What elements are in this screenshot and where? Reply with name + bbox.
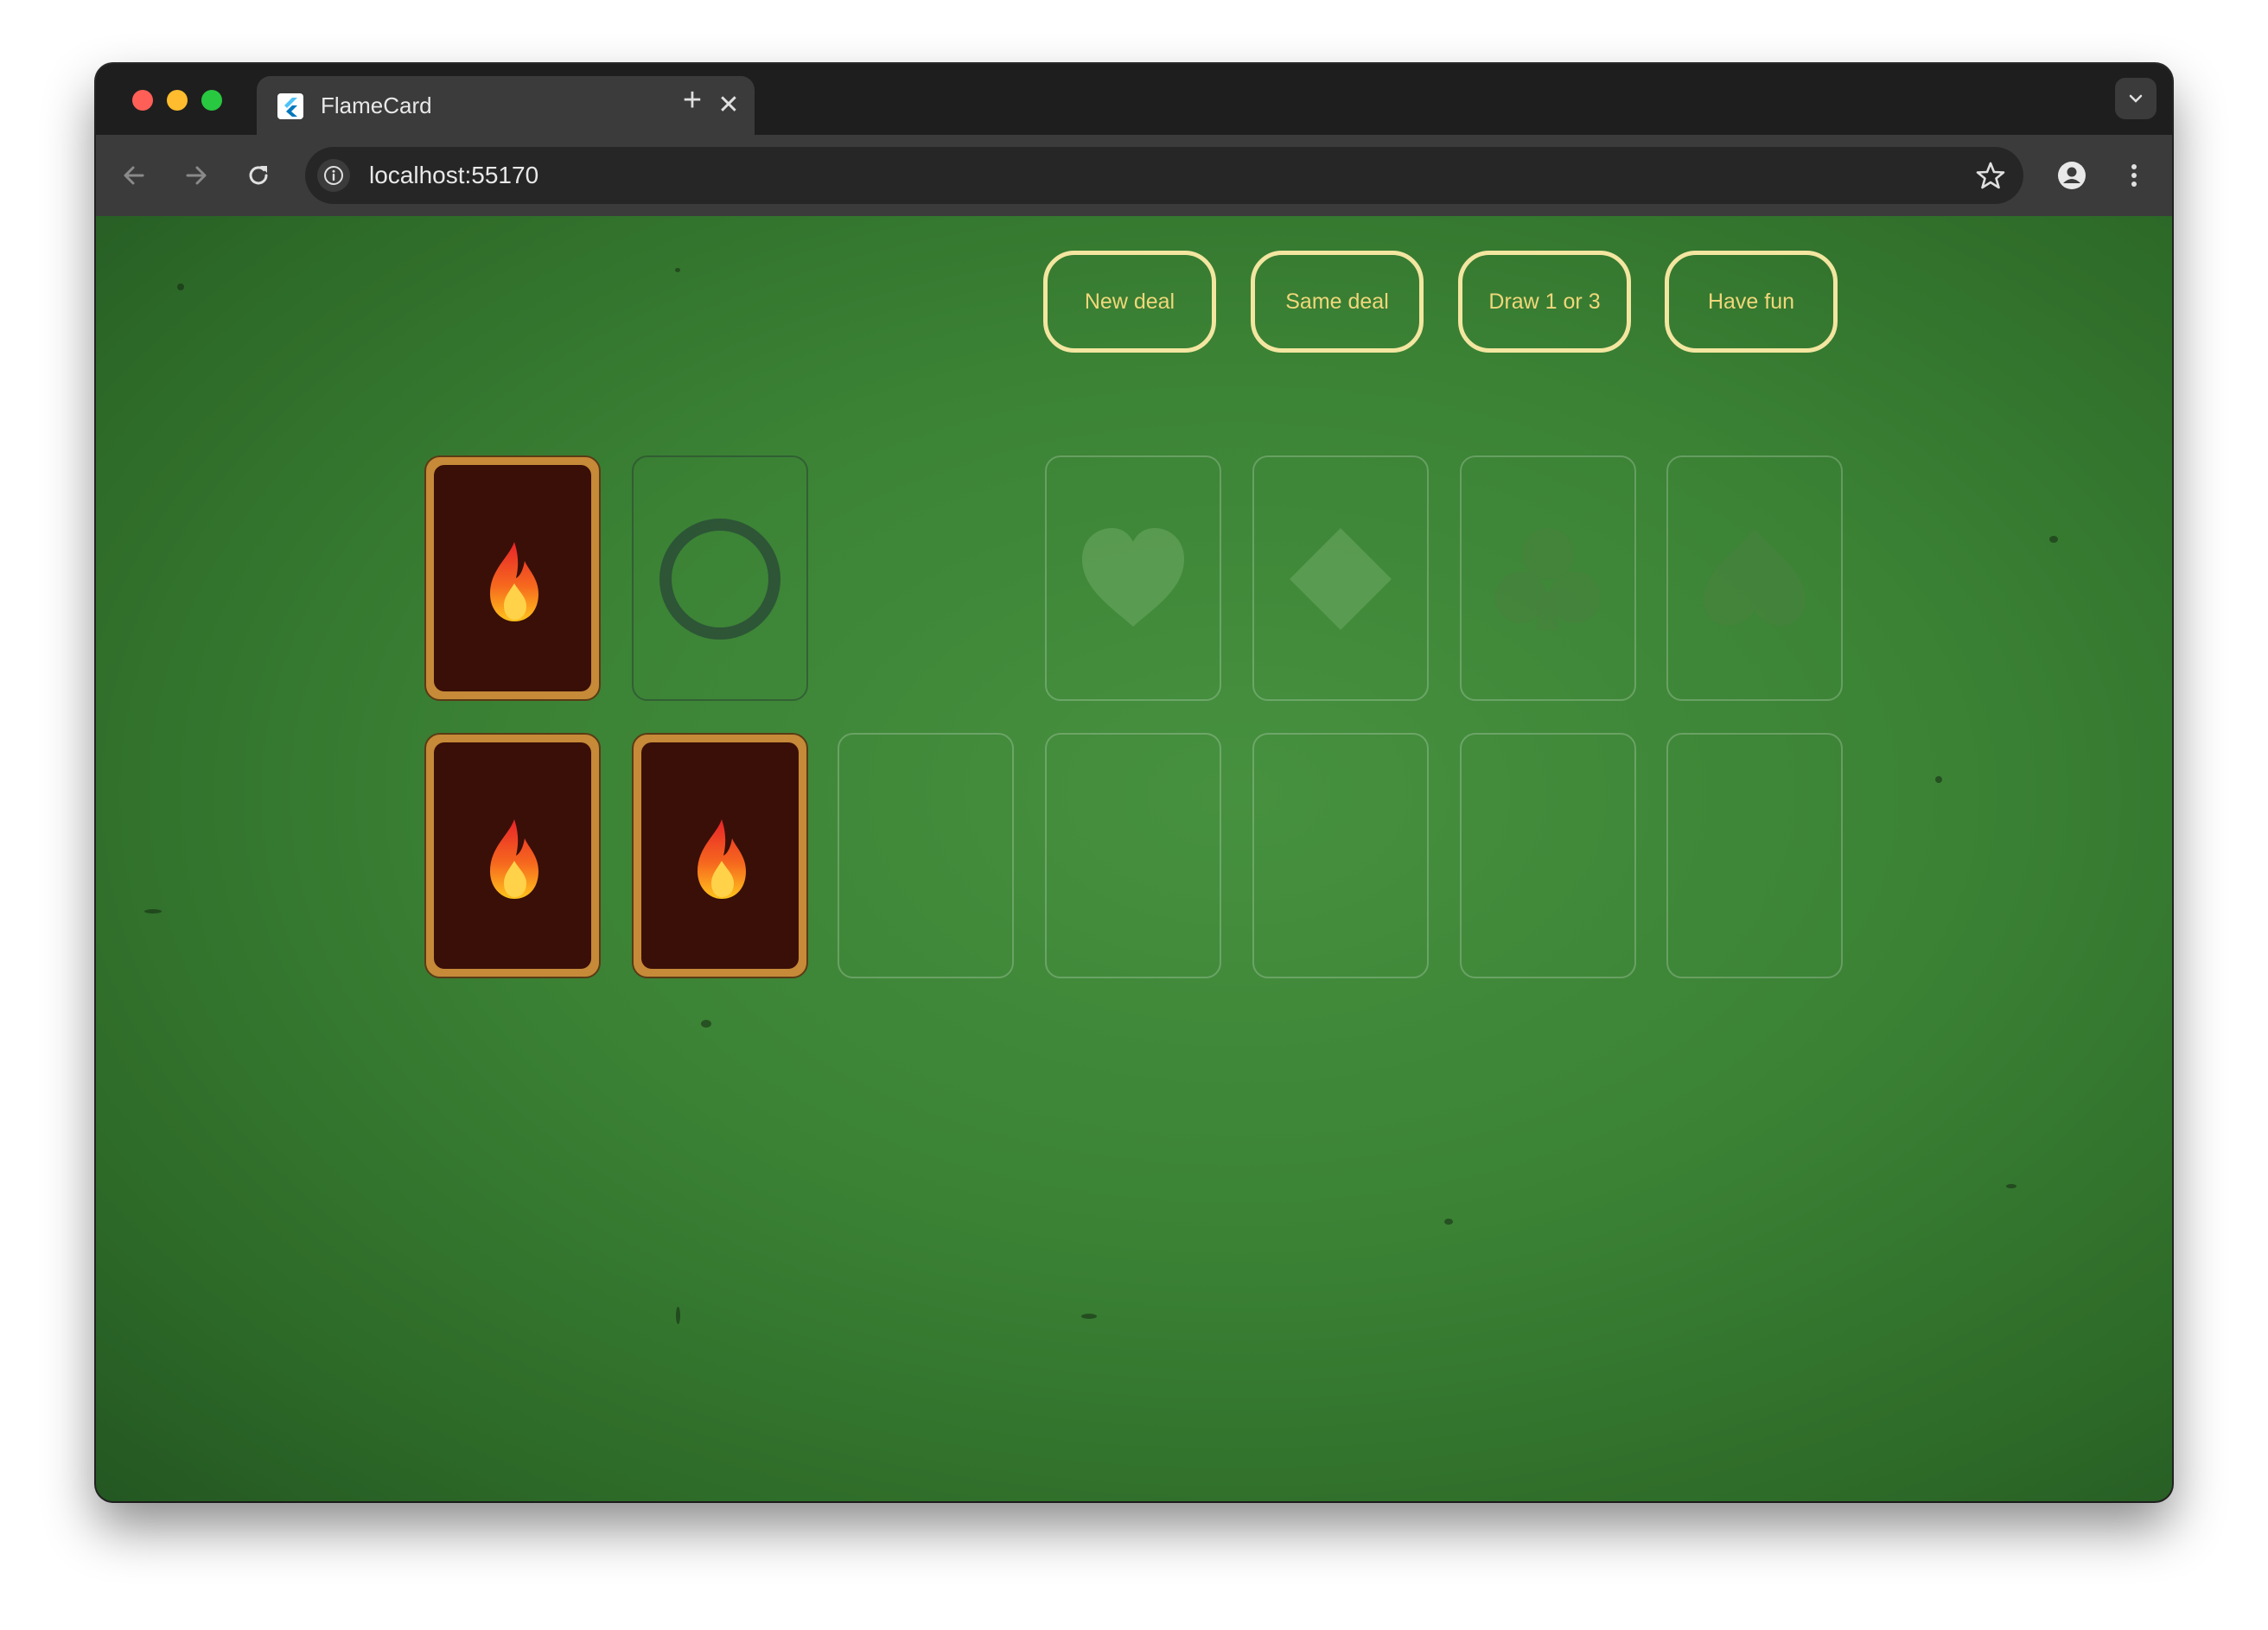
info-icon[interactable] (317, 159, 350, 192)
diamond-icon (1290, 528, 1392, 630)
waste-pile[interactable] (632, 455, 808, 701)
profile-icon[interactable] (2055, 158, 2089, 193)
maximize-window-button[interactable] (201, 90, 222, 111)
foundation-hearts[interactable] (1045, 455, 1221, 701)
minimize-window-button[interactable] (167, 90, 188, 111)
foundation-diamonds[interactable] (1252, 455, 1429, 701)
tab-dropdown-icon[interactable] (2115, 78, 2157, 119)
draw-1-or-3-button[interactable]: Draw 1 or 3 (1458, 251, 1631, 353)
felt-speck (675, 268, 680, 272)
felt-speck (1444, 1219, 1453, 1225)
felt-speck (144, 909, 162, 914)
felt-speck (701, 1020, 711, 1028)
heart-icon (1082, 528, 1184, 627)
felt-speck (177, 283, 184, 290)
browser-toolbar: localhost:55170 (96, 135, 2172, 216)
flame-icon (490, 819, 538, 899)
tab-title: FlameCard (321, 92, 432, 118)
more-vert-icon[interactable] (2117, 158, 2151, 193)
url-text[interactable]: localhost:55170 (369, 161, 538, 190)
back-arrow-icon[interactable] (117, 158, 151, 193)
stock-pile[interactable] (424, 455, 601, 701)
felt-speck (1081, 1314, 1097, 1319)
tableau-pile-4[interactable] (1045, 733, 1221, 978)
flame-icon (490, 542, 538, 621)
browser-window: FlameCard ✕ + localhost:55170 New deal S… (96, 64, 2172, 1501)
bookmark-star-icon[interactable] (1975, 160, 2006, 191)
flutter-favicon-icon (277, 93, 303, 119)
tab-close-icon[interactable]: ✕ (715, 92, 742, 119)
felt-speck (676, 1307, 680, 1324)
tableau-pile-1[interactable] (424, 733, 601, 978)
empty-ring-icon (659, 519, 780, 640)
game-table[interactable]: New deal Same deal Draw 1 or 3 Have fun (96, 216, 2172, 1501)
felt-speck (2049, 536, 2058, 543)
forward-arrow-icon[interactable] (179, 158, 213, 193)
flame-icon (698, 819, 746, 899)
address-bar[interactable]: localhost:55170 (305, 147, 2023, 204)
tableau-pile-6[interactable] (1460, 733, 1636, 978)
foundation-spades[interactable] (1666, 455, 1843, 701)
spade-icon (1704, 528, 1806, 626)
tab-strip: FlameCard ✕ + (96, 64, 2172, 135)
club-icon (1495, 528, 1601, 630)
tableau-pile-2[interactable] (632, 733, 808, 978)
new-deal-button[interactable]: New deal (1043, 251, 1216, 353)
reload-icon[interactable] (241, 158, 276, 193)
felt-speck (1935, 776, 1942, 783)
tableau-pile-7[interactable] (1666, 733, 1843, 978)
new-tab-button[interactable]: + (675, 83, 710, 118)
close-window-button[interactable] (132, 90, 153, 111)
foundation-clubs[interactable] (1460, 455, 1636, 701)
tableau-pile-5[interactable] (1252, 733, 1429, 978)
same-deal-button[interactable]: Same deal (1251, 251, 1424, 353)
have-fun-button[interactable]: Have fun (1665, 251, 1838, 353)
tableau-pile-3[interactable] (838, 733, 1014, 978)
felt-speck (2006, 1184, 2016, 1188)
